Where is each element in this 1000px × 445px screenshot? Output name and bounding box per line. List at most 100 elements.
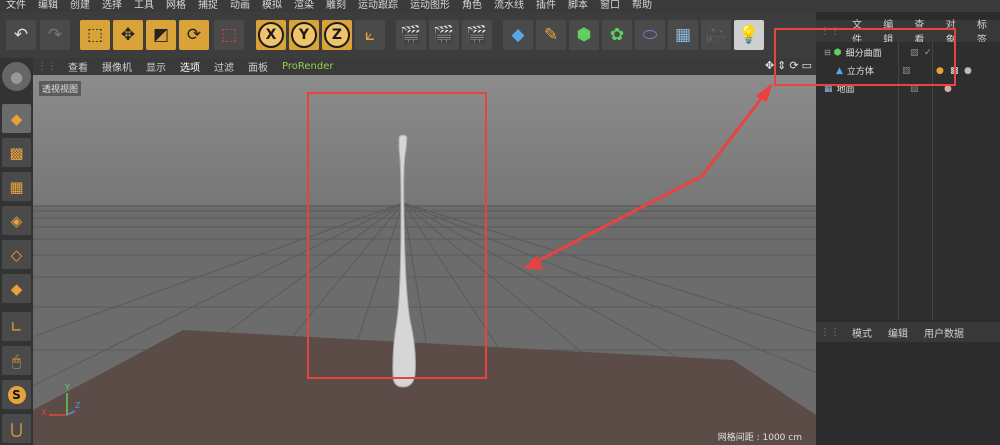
menu-item[interactable]: 网格 — [160, 0, 192, 12]
attr-menu-mode[interactable]: 模式 — [844, 325, 880, 340]
viewport-menu-display[interactable]: 显示 — [139, 59, 173, 74]
camera-button[interactable]: 🎥 — [701, 20, 731, 50]
y-axis-button[interactable]: Y — [289, 20, 319, 50]
subdivision-button[interactable]: ⬢ — [569, 20, 599, 50]
model-mode-button[interactable]: ◆ — [2, 104, 31, 133]
scale-icon: ◩ — [152, 25, 170, 45]
move-tool-button[interactable]: ✥ — [113, 20, 143, 50]
grid-plane-icon: ▦ — [9, 177, 24, 196]
menu-item[interactable]: 动画 — [224, 0, 256, 12]
rotate-tool-button[interactable]: ⟳ — [179, 20, 209, 50]
viewport-menu-options[interactable]: 选项 — [173, 59, 207, 74]
camera-icon: 🎥 — [705, 25, 727, 45]
magnet-icon: ⋃ — [10, 419, 23, 438]
clapper-play-icon: 🎬 — [433, 25, 455, 45]
left-toolbar: ● ◆ ▩ ▦ ◈ ◇ ◆ ∟ 🖱 S ⋃ — [0, 58, 33, 445]
annotation-box-objects — [774, 28, 956, 86]
menu-item[interactable]: 模拟 — [256, 0, 288, 12]
sphere-tag-icon[interactable]: ● — [964, 66, 972, 76]
cube-icon: ◆ — [10, 109, 23, 128]
polygons-icon: ◆ — [10, 279, 23, 298]
attributes-panel — [816, 342, 1000, 445]
axis-label-z: Z — [75, 401, 81, 410]
attr-menu-edit[interactable]: 编辑 — [880, 325, 916, 340]
menu-item[interactable]: 捕捉 — [192, 0, 224, 12]
pan-icon[interactable]: ✥ — [765, 59, 774, 72]
axis-label-y: Y — [65, 383, 70, 392]
snap-button[interactable]: S — [2, 380, 31, 409]
menu-item[interactable]: 创建 — [64, 0, 96, 12]
render-settings-button[interactable]: 🎬 — [462, 20, 492, 50]
z-axis-button[interactable]: Z — [322, 20, 352, 50]
menu-item[interactable]: 插件 — [530, 0, 562, 12]
workplane-button[interactable]: ▦ — [2, 172, 31, 201]
menu-item[interactable]: 帮助 — [626, 0, 658, 12]
axis-label-x: X — [41, 408, 47, 417]
magnet-button[interactable]: ⋃ — [2, 414, 31, 443]
menu-bar: 文件 编辑 创建 选择 工具 网格 捕捉 动画 模拟 渲染 雕刻 运动跟踪 运动图形 角色 流水线 插件 脚本窗… — [0, 0, 1000, 12]
main-toolbar: ↶ ↷ ⬚ ✥ ◩ ⟳ ⬚ X Y Z ⟀ 🎬 🎬 🎬 ◆ ✎ ⬢ ✿ ⬭ ▦ … — [0, 12, 816, 59]
pen-button[interactable]: ✎ — [536, 20, 566, 50]
light-button[interactable]: 💡 — [734, 20, 764, 50]
menu-item[interactable]: 角色 — [456, 0, 488, 12]
viewport-menu-camera[interactable]: 摄像机 — [95, 59, 139, 74]
cube-button[interactable]: ◆ — [503, 20, 533, 50]
menu-item[interactable]: 运动图形 — [404, 0, 456, 12]
move-icon: ✥ — [120, 25, 136, 45]
grip-icon: ⋮⋮ — [820, 326, 840, 338]
render-view-button[interactable]: 🎬 — [396, 20, 426, 50]
viewport-menu-panel[interactable]: 面板 — [241, 59, 275, 74]
deformer-button[interactable]: ⬭ — [635, 20, 665, 50]
polygons-mode-button[interactable]: ◆ — [2, 274, 31, 303]
rotate-icon: ⟳ — [186, 25, 202, 45]
floor-icon: ▦ — [674, 25, 692, 45]
menu-item[interactable]: 脚本 — [562, 0, 594, 12]
x-axis-icon: X — [258, 22, 284, 48]
attributes-menu: ⋮⋮ 模式 编辑 用户数据 — [816, 322, 1000, 342]
scale-tool-button[interactable]: ◩ — [146, 20, 176, 50]
redo-button[interactable]: ↷ — [40, 20, 70, 50]
menu-item[interactable]: 雕刻 — [320, 0, 352, 12]
floor-button[interactable]: ▦ — [668, 20, 698, 50]
render-picture-viewer-button[interactable]: 🎬 — [429, 20, 459, 50]
menu-item[interactable]: 文件 — [0, 0, 32, 12]
viewport-menu-filter[interactable]: 过滤 — [207, 59, 241, 74]
select-arrow-icon: ⬚ — [220, 25, 238, 45]
sphere-icon: ● — [9, 67, 24, 86]
light-bulb-icon: 💡 — [738, 25, 760, 45]
axis-mode-button[interactable]: ∟ — [2, 312, 31, 341]
texture-mode-button[interactable]: ▩ — [2, 138, 31, 167]
tweak-mode-button[interactable]: 🖱 — [2, 346, 31, 375]
edges-mode-button[interactable]: ◇ — [2, 240, 31, 269]
menu-item[interactable]: 渲染 — [288, 0, 320, 12]
edges-icon: ◇ — [10, 245, 23, 264]
x-axis-button[interactable]: X — [256, 20, 286, 50]
menu-item[interactable]: 流水线 — [488, 0, 530, 12]
clapper-icon: 🎬 — [400, 25, 422, 45]
cloner-icon: ✿ — [609, 25, 625, 45]
attr-menu-userdata[interactable]: 用户数据 — [916, 325, 972, 340]
menu-item[interactable]: 运动跟踪 — [352, 0, 404, 12]
undo-button[interactable]: ↶ — [6, 20, 36, 50]
menu-item[interactable]: 选择 — [96, 0, 128, 12]
mode-sphere-button[interactable]: ● — [2, 62, 31, 91]
viewport-header: ⋮⋮ 查看 摄像机 显示 选项 过滤 面板 ProRender ✥ ⇕ ⟳ ▭ — [33, 58, 816, 75]
annotation-box-bat — [307, 92, 487, 379]
cube-icon: ◆ — [511, 25, 525, 45]
select-tool-button[interactable]: ⬚ — [80, 20, 110, 50]
pen-icon: ✎ — [543, 25, 559, 45]
clapper-gear-icon: 🎬 — [466, 25, 488, 45]
menu-item[interactable]: 工具 — [128, 0, 160, 12]
mouse-icon: 🖱 — [11, 351, 21, 370]
points-mode-button[interactable]: ◈ — [2, 206, 31, 235]
menu-item[interactable]: 窗口 — [594, 0, 626, 12]
viewport-menu-view[interactable]: 查看 — [61, 59, 95, 74]
viewport-menu-prorender[interactable]: ProRender — [275, 61, 340, 72]
live-select-button[interactable]: ⬚ — [214, 20, 244, 50]
coordinate-system-button[interactable]: ⟀ — [355, 20, 385, 50]
menu-item[interactable]: 编辑 — [32, 0, 64, 12]
redo-icon: ↷ — [47, 25, 63, 45]
axis-l-icon: ∟ — [10, 317, 23, 336]
points-icon: ◈ — [10, 211, 23, 230]
cloner-button[interactable]: ✿ — [602, 20, 632, 50]
